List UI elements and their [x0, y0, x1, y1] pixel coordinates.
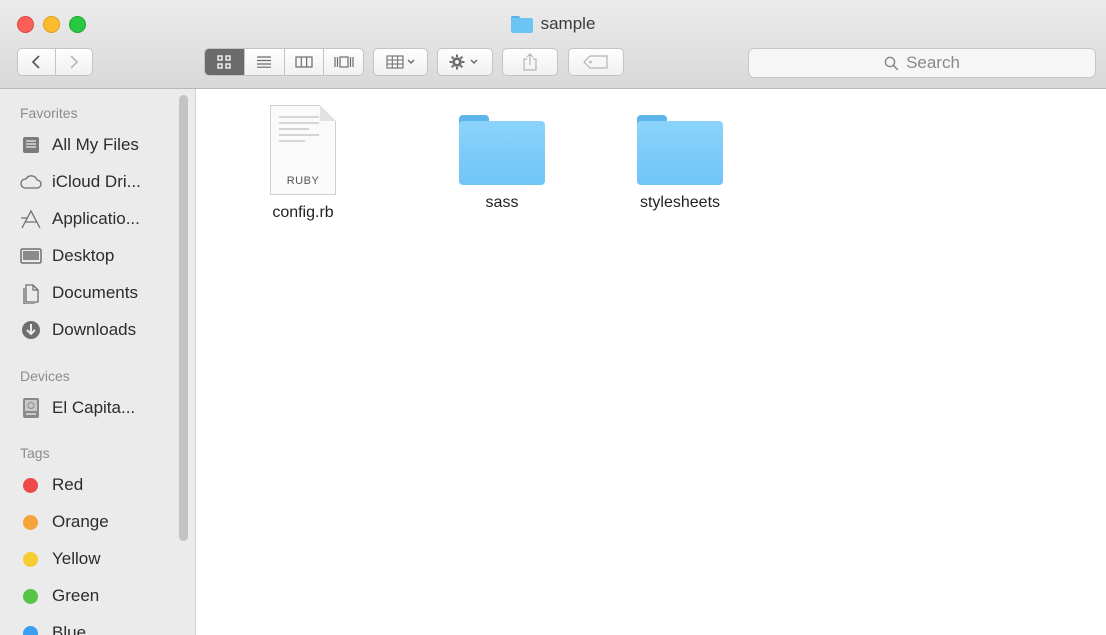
- desktop-icon: [20, 245, 42, 267]
- sidebar-item-downloads[interactable]: Downloads: [20, 315, 136, 345]
- sidebar-item-desktop[interactable]: Desktop: [20, 241, 114, 271]
- sidebar-item-applications[interactable]: Applicatio...: [20, 204, 140, 234]
- sidebar-item-all-my-files[interactable]: All My Files: [20, 130, 139, 160]
- tag-button[interactable]: [568, 48, 624, 76]
- sidebar-section-favorites: Favorites: [20, 105, 78, 121]
- sidebar-item-label: Yellow: [52, 549, 101, 568]
- sidebar-item-label: Desktop: [52, 246, 115, 265]
- list-view-button[interactable]: [243, 49, 284, 75]
- cover-flow-button[interactable]: [323, 49, 363, 75]
- file-browser: RUBY config.rb sass stylesheets: [196, 89, 1106, 635]
- share-icon: [523, 53, 537, 71]
- sidebar-item-label: Orange: [52, 512, 109, 531]
- search-placeholder: Search: [906, 53, 960, 72]
- icon-view-button[interactable]: [205, 49, 244, 75]
- sidebar-item-icloud-drive[interactable]: iCloud Dri...: [20, 167, 141, 197]
- sidebar-tag-red[interactable]: Red: [20, 470, 83, 500]
- search-field[interactable]: Search: [748, 48, 1096, 78]
- sidebar-item-el-capitan[interactable]: El Capita...: [20, 393, 135, 423]
- cloud-icon: [20, 171, 42, 193]
- cover-flow-icon: [334, 56, 354, 68]
- documents-icon: [20, 282, 42, 304]
- file-name: stylesheets: [639, 194, 721, 211]
- yellow-tag-dot: [23, 551, 38, 567]
- disk-icon: [20, 397, 42, 419]
- gear-icon: [449, 54, 478, 70]
- icon-view-icon: [217, 55, 232, 69]
- arrange-button[interactable]: [373, 48, 428, 76]
- share-button[interactable]: [502, 48, 558, 76]
- applications-icon: [20, 208, 42, 230]
- sidebar-section-tags: Tags: [20, 445, 50, 461]
- sidebar-tag-yellow[interactable]: Yellow: [20, 544, 101, 574]
- arrange-icon: [385, 55, 415, 69]
- folder-icon: [510, 15, 533, 33]
- green-tag-dot: [23, 588, 38, 604]
- sidebar-item-label: Blue: [52, 623, 87, 635]
- orange-tag-dot: [23, 514, 38, 530]
- sidebar-scrollbar[interactable]: [179, 95, 188, 541]
- title-toolbar: sample Search: [0, 0, 1106, 89]
- action-button[interactable]: [437, 48, 493, 76]
- column-view-icon: [295, 56, 313, 68]
- view-mode-control: [204, 48, 364, 76]
- forward-button[interactable]: [54, 49, 93, 75]
- downloads-icon: [20, 319, 42, 341]
- search-icon: [884, 56, 899, 70]
- column-view-button[interactable]: [283, 49, 324, 75]
- all-files-icon: [20, 134, 42, 156]
- chevron-right-icon: [70, 55, 79, 69]
- sidebar-item-label: Red: [52, 475, 84, 494]
- file-extension-label: RUBY: [286, 175, 320, 187]
- sidebar-item-label: El Capita...: [52, 398, 136, 417]
- sidebar-item-label: Downloads: [52, 320, 137, 339]
- sidebar-tag-blue[interactable]: Blue: [20, 618, 86, 635]
- blue-tag-dot: [23, 625, 38, 635]
- file-item-stylesheets[interactable]: stylesheets: [610, 89, 750, 212]
- sidebar-item-label: iCloud Dri...: [52, 172, 141, 191]
- sidebar: Favorites All My Files iCloud Dri... App…: [0, 89, 196, 635]
- finder-window: sample Search Favorites All My Files iCl…: [0, 0, 1106, 635]
- sidebar-item-documents[interactable]: Documents: [20, 278, 138, 308]
- sidebar-section-devices: Devices: [20, 368, 70, 384]
- tag-icon: [583, 55, 608, 69]
- sidebar-item-label: Documents: [52, 283, 138, 302]
- chevron-left-icon: [31, 55, 40, 69]
- list-view-icon: [257, 56, 272, 68]
- red-tag-dot: [23, 477, 38, 493]
- file-name: config.rb: [272, 204, 334, 221]
- file-item-config-rb[interactable]: RUBY config.rb: [233, 89, 373, 222]
- ruby-file-icon: RUBY: [270, 105, 336, 195]
- folder-icon: [637, 115, 723, 185]
- navigation-buttons: [17, 48, 93, 76]
- folder-icon: [459, 115, 545, 185]
- back-button[interactable]: [18, 49, 55, 75]
- sidebar-tag-green[interactable]: Green: [20, 581, 99, 611]
- window-title-bar: sample: [0, 14, 1106, 34]
- file-name: sass: [485, 194, 519, 211]
- sidebar-tag-orange[interactable]: Orange: [20, 507, 109, 537]
- sidebar-item-label: Green: [52, 586, 100, 605]
- sidebar-item-label: Applicatio...: [52, 209, 140, 228]
- file-item-sass[interactable]: sass: [432, 89, 572, 212]
- window-title: sample: [540, 14, 596, 33]
- sidebar-item-label: All My Files: [52, 135, 139, 154]
